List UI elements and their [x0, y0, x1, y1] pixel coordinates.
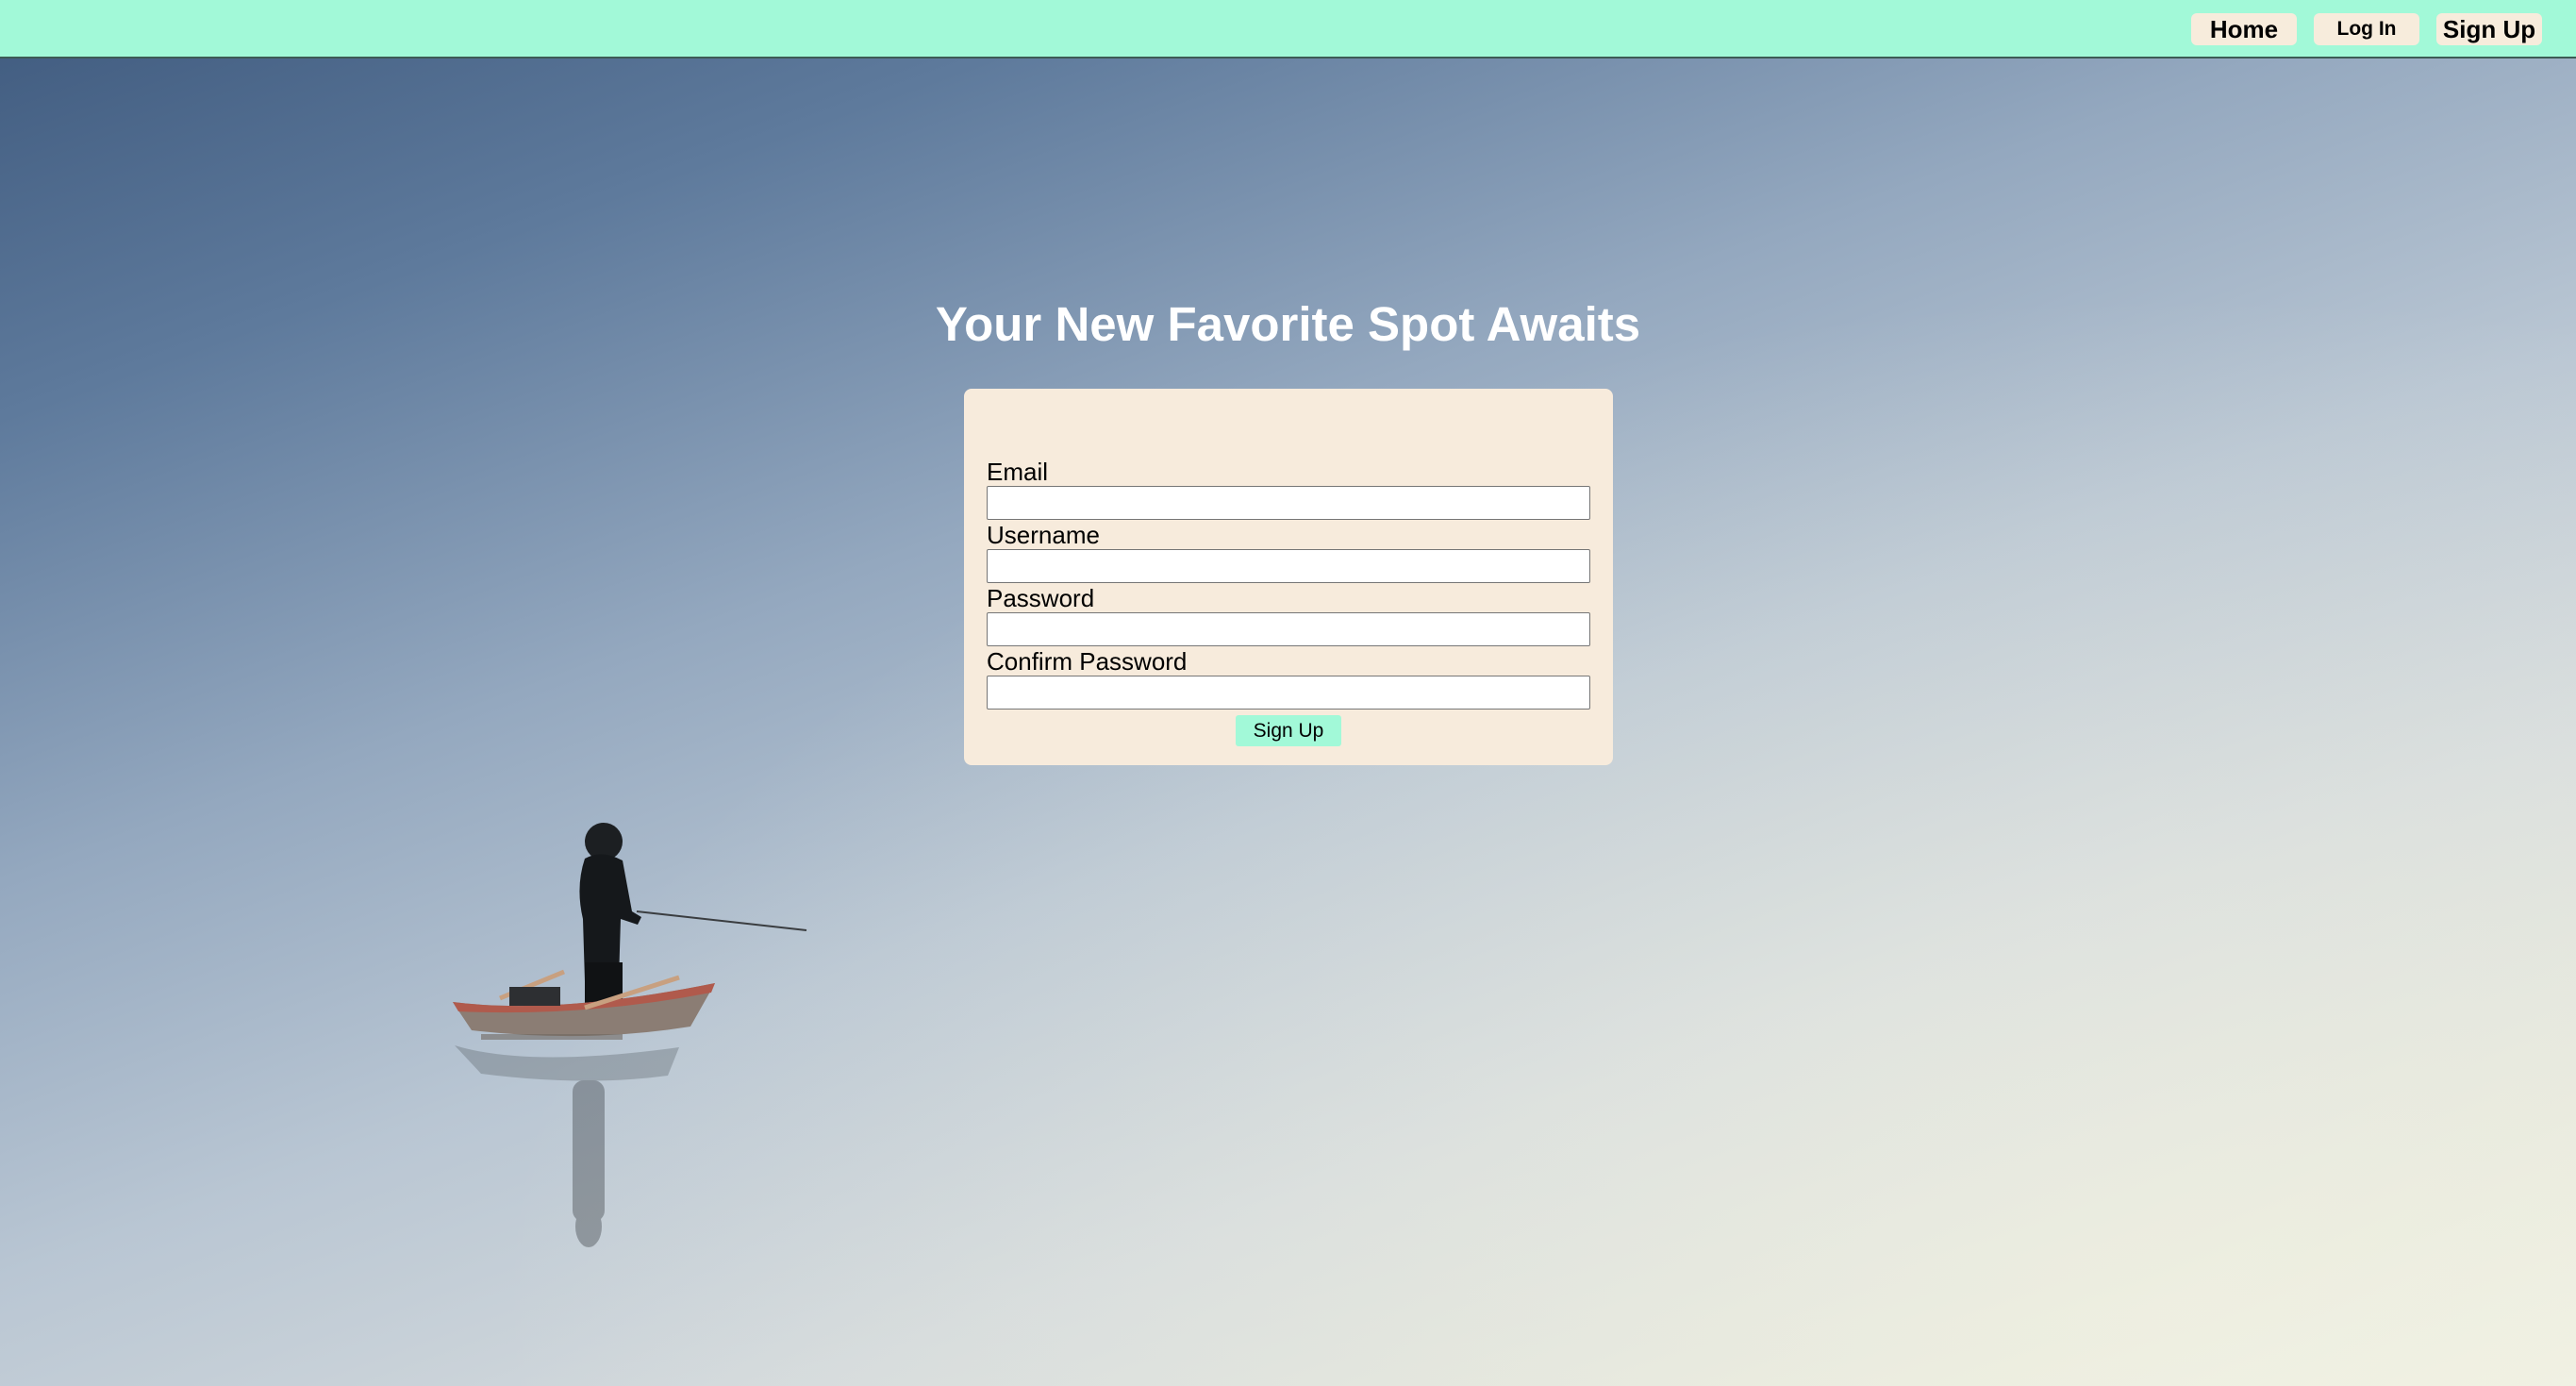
confirm-password-label: Confirm Password	[987, 647, 1188, 676]
username-label: Username	[987, 521, 1100, 549]
signup-submit-button[interactable]: Sign Up	[1236, 715, 1341, 746]
home-button[interactable]: Home	[2191, 13, 2297, 45]
page: Home Log In Sign Up Your New Favorite Sp…	[0, 0, 2576, 1386]
fisherman-boat-image	[453, 823, 807, 1247]
top-navbar: Home Log In Sign Up	[0, 0, 2576, 58]
login-button[interactable]: Log In	[2314, 13, 2419, 45]
submit-row: Sign Up	[987, 715, 1590, 746]
email-label: Email	[987, 458, 1049, 486]
signup-form: Email Username Password Confirm Password…	[964, 389, 1613, 765]
password-field[interactable]	[987, 612, 1590, 646]
nav-links: Home Log In Sign Up	[2191, 13, 2542, 45]
page-title: Your New Favorite Spot Awaits	[935, 297, 1641, 351]
password-label: Password	[987, 584, 1095, 612]
signup-nav-button[interactable]: Sign Up	[2436, 13, 2542, 45]
email-field[interactable]	[987, 486, 1590, 520]
username-field[interactable]	[987, 549, 1590, 583]
confirm-password-field[interactable]	[987, 676, 1590, 710]
